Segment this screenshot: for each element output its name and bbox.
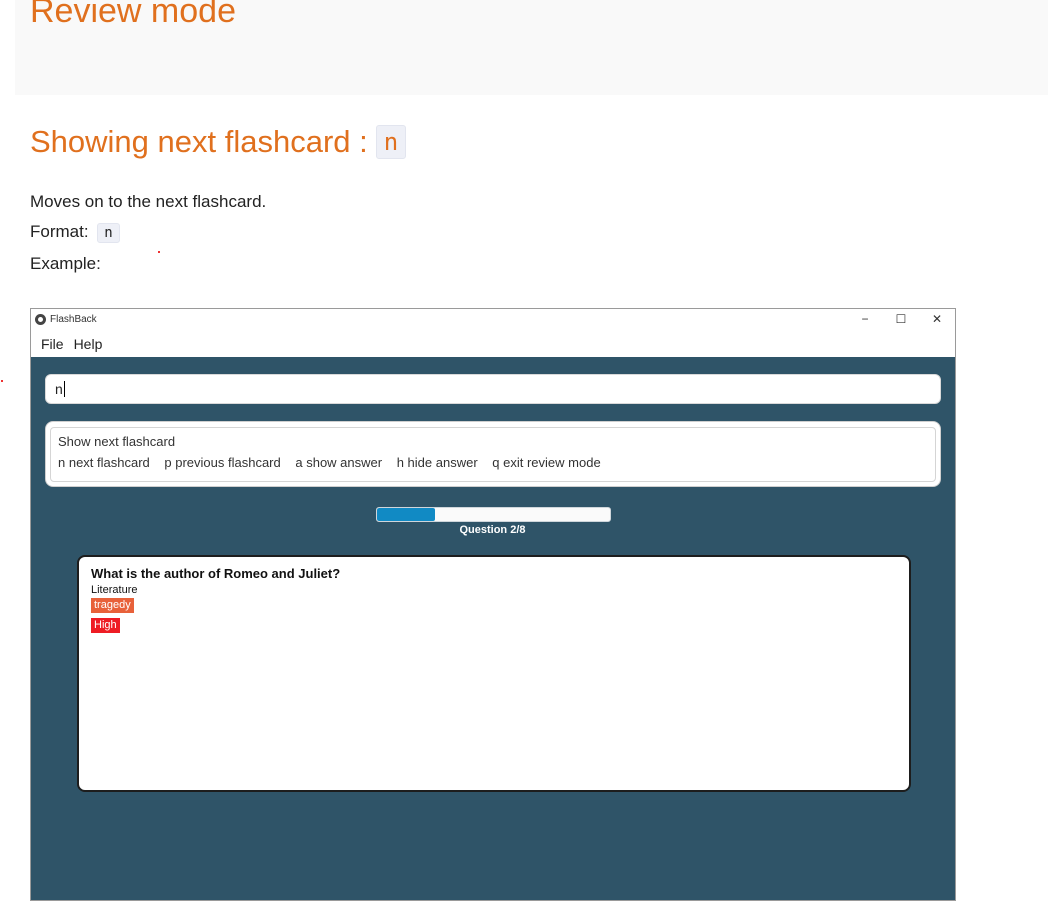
command-hint-previous: p previous flashcard — [164, 455, 281, 470]
red-dot-mark — [1, 380, 3, 382]
section-title: Review mode — [30, 0, 236, 30]
command-hint-hide-answer: h hide answer — [396, 455, 478, 470]
command-hint-exit: q exit review mode — [492, 455, 601, 470]
command-input-value: n — [55, 381, 63, 397]
available-commands: n next flashcard p previous flashcard a … — [58, 455, 612, 470]
title-bar: FlashBack − ☐ ✕ — [31, 309, 955, 330]
review-progress-label: Question 2/8 — [459, 524, 526, 536]
app-window: FlashBack − ☐ ✕ File Help n Show next fl… — [30, 308, 956, 901]
command-hint-next: n next flashcard — [58, 455, 150, 470]
maximize-button[interactable]: ☐ — [883, 309, 919, 330]
command-description: Moves on to the next flashcard. — [30, 192, 267, 211]
review-progress-bar — [376, 507, 611, 522]
format-line: Format: n — [30, 222, 120, 243]
menu-bar: File Help — [31, 330, 955, 357]
review-progress-fill — [377, 508, 436, 521]
menu-file[interactable]: File — [36, 336, 69, 352]
flashcard-category: Literature — [91, 584, 138, 596]
flashcard-priority-badge: High — [91, 618, 120, 633]
menu-help[interactable]: Help — [69, 336, 108, 352]
format-code: n — [97, 223, 120, 243]
flashcard: What is the author of Romeo and Juliet? … — [77, 555, 911, 792]
command-heading: Showing next flashcard : n — [30, 124, 407, 160]
red-dot-mark — [158, 251, 160, 253]
app-logo-icon — [35, 314, 46, 325]
result-display-inner: Show next flashcard n next flashcard p p… — [50, 427, 936, 482]
window-controls: − ☐ ✕ — [847, 309, 955, 330]
command-heading-text: Showing next flashcard : — [30, 124, 368, 159]
result-message: Show next flashcard — [58, 434, 176, 449]
format-label: Format: — [30, 222, 89, 241]
command-input[interactable]: n — [45, 374, 941, 404]
window-title: FlashBack — [50, 314, 97, 325]
command-hint-show-answer: a show answer — [295, 455, 383, 470]
minimize-button[interactable]: − — [847, 309, 883, 330]
text-caret — [63, 381, 65, 397]
command-heading-code: n — [375, 125, 407, 159]
example-label: Example: — [30, 254, 101, 273]
flashcard-question: What is the author of Romeo and Juliet? — [91, 566, 341, 581]
close-button[interactable]: ✕ — [919, 309, 955, 330]
result-display: Show next flashcard n next flashcard p p… — [45, 421, 941, 487]
flashcard-tag: tragedy — [91, 598, 134, 613]
